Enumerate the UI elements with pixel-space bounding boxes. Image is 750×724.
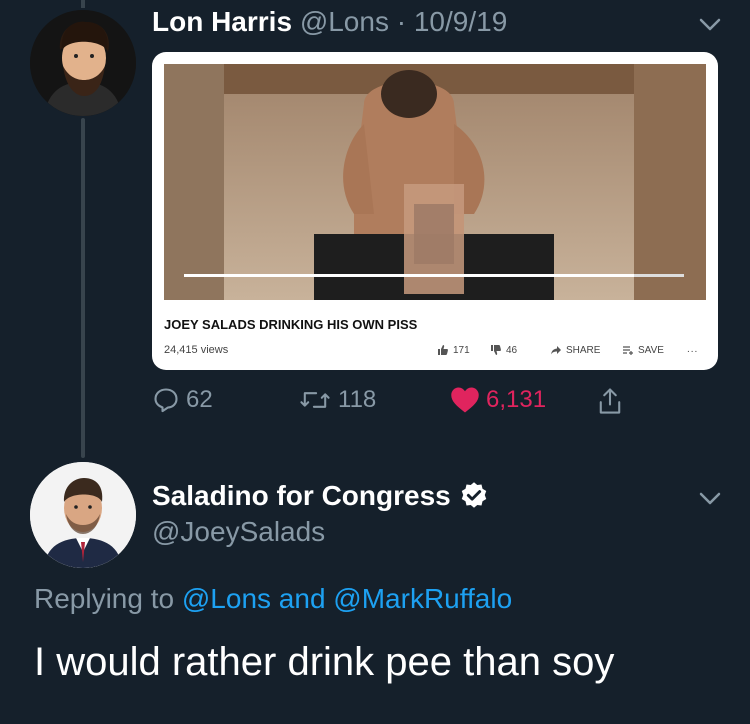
video-save-label: SAVE (638, 344, 664, 356)
share-arrow-icon (551, 346, 561, 355)
video-share-button[interactable]: SHARE (550, 344, 600, 356)
replying-to: Replying to @Lons and @MarkRuffalo (34, 583, 512, 615)
tweet-action-bar: 62 118 6,131 (152, 386, 712, 422)
retweet-icon (300, 392, 330, 408)
replying-and: and (271, 583, 334, 614)
display-name[interactable]: Saladino for Congress (152, 480, 451, 512)
chevron-down-icon[interactable] (696, 484, 724, 512)
thread-line (81, 118, 85, 458)
user-handle[interactable]: @JoeySalads (152, 516, 325, 548)
avatar[interactable] (30, 10, 136, 116)
verified-badge-icon (461, 482, 486, 508)
video-title[interactable]: JOEY SALADS DRINKING HIS OWN PISS (164, 317, 417, 332)
heart-icon (451, 387, 479, 413)
like-count: 6,131 (486, 386, 547, 413)
thumbs-up-icon (438, 345, 448, 355)
reply-user-link[interactable]: @Lons (182, 583, 271, 614)
video-progress-bar (184, 274, 634, 277)
tweet-date[interactable]: 10/9/19 (414, 6, 507, 37)
video-dislike-button[interactable]: 46 (490, 344, 517, 356)
share-icon (599, 388, 621, 414)
video-thumbnail[interactable] (164, 64, 706, 300)
thumbs-down-icon (491, 345, 501, 355)
chevron-down-icon[interactable] (696, 10, 724, 38)
separator-dot: · (388, 6, 414, 37)
tweet-header: Saladino for Congress (152, 480, 489, 512)
video-more-button[interactable]: ... (687, 344, 698, 355)
video-like-count: 171 (453, 344, 470, 356)
like-button[interactable]: 6,131 (450, 386, 546, 414)
replying-prefix: Replying to (34, 583, 182, 614)
tweet-header: Lon Harris @Lons · 10/9/19 (152, 6, 507, 38)
share-button[interactable] (596, 386, 624, 416)
reply-count: 62 (186, 386, 213, 413)
user-handle[interactable]: @Lons (300, 6, 389, 37)
tweet-text: I would rather drink pee than soy (34, 640, 615, 684)
avatar[interactable] (30, 462, 136, 568)
retweet-button[interactable]: 118 (298, 386, 376, 414)
video-save-button[interactable]: SAVE (622, 344, 664, 356)
retweet-count: 118 (338, 386, 377, 413)
video-dislike-count: 46 (506, 344, 518, 356)
reply-icon (154, 388, 178, 413)
playlist-add-icon (623, 346, 633, 355)
display-name[interactable]: Lon Harris (152, 6, 292, 37)
reply-button[interactable]: 62 (152, 386, 213, 414)
video-share-label: SHARE (566, 344, 601, 356)
embedded-video-card[interactable]: JOEY SALADS DRINKING HIS OWN PISS 24,415… (152, 52, 718, 370)
video-like-button[interactable]: 171 (437, 344, 470, 356)
thread-line-top (81, 0, 85, 8)
reply-user-link[interactable]: @MarkRuffalo (333, 583, 512, 614)
video-views: 24,415 views (164, 344, 229, 356)
